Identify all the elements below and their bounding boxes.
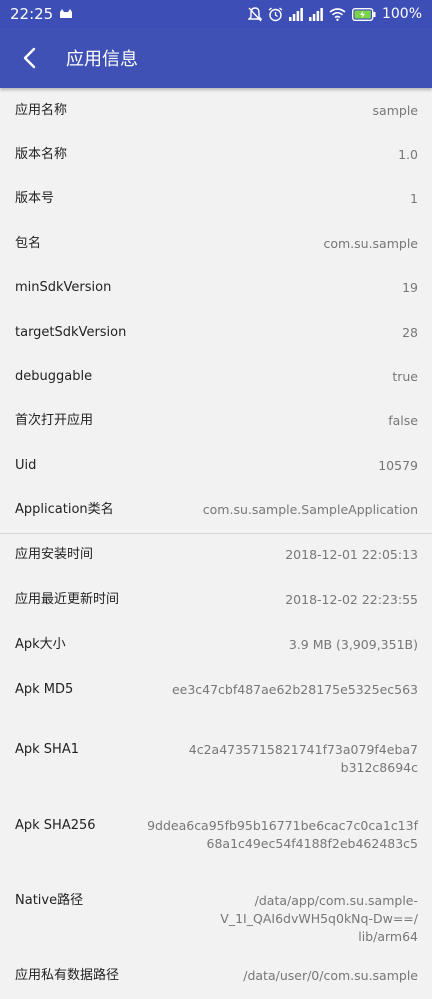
info-row-native-path: Native路径 /data/app/com.su.sample- V_1I_Q…: [0, 892, 432, 946]
status-bar: 22:25 100%: [0, 0, 432, 28]
status-right: 100%: [247, 6, 422, 22]
info-label: debuggable: [15, 369, 93, 384]
info-value: ee3c47cbf487ae62b28175e5325ec563: [171, 682, 418, 697]
info-value: 19: [402, 280, 418, 295]
info-label: Apk大小: [15, 637, 66, 652]
info-label: targetSdkVersion: [15, 325, 127, 340]
info-value: 3.9 MB (3,909,351B): [288, 637, 418, 652]
info-value: 9ddea6ca95fb95b16771be6cac7c0ca1c13f 68a…: [147, 818, 418, 851]
info-label: Apk MD5: [15, 682, 74, 697]
info-row-app-name: 应用名称 sample: [0, 102, 432, 120]
info-value: /data/app/com.su.sample- V_1I_QAI6dvWH5q…: [220, 893, 418, 944]
mute-icon: [247, 6, 262, 22]
alarm-icon: [268, 6, 283, 22]
info-row-apk-md5: Apk MD5 ee3c47cbf487ae62b28175e5325ec563: [0, 681, 432, 699]
info-label: Apk SHA256: [15, 818, 96, 833]
info-value: 2018-12-01 22:05:13: [285, 547, 418, 562]
info-row-apk-sha256: Apk SHA256 9ddea6ca95fb95b16771be6cac7c0…: [0, 817, 432, 853]
info-label: Uid: [15, 458, 37, 473]
status-time: 22:25: [10, 5, 54, 23]
info-value: true: [392, 369, 418, 384]
signal-icon-1: [288, 7, 303, 21]
back-button[interactable]: [0, 28, 58, 88]
info-value: 1: [410, 191, 418, 206]
info-value: 1.0: [398, 147, 418, 162]
notification-cat-icon: [59, 9, 73, 19]
info-label: Apk SHA1: [15, 742, 79, 757]
info-value: com.su.sample: [323, 236, 418, 251]
battery-icon: [351, 7, 376, 21]
info-row-version-code: 版本号 1: [0, 190, 432, 208]
info-value: 28: [402, 325, 418, 340]
info-row-version-name: 版本名称 1.0: [0, 146, 432, 164]
info-label: 应用最近更新时间: [15, 592, 120, 607]
info-row-package-name: 包名 com.su.sample: [0, 235, 432, 253]
info-value: /data/user/0/com.su.sample: [243, 968, 418, 983]
info-row-target-sdk: targetSdkVersion 28: [0, 324, 432, 342]
info-value: 10579: [378, 458, 418, 473]
section-divider: [0, 533, 432, 534]
info-label: 版本号: [15, 191, 55, 206]
info-row-uid: Uid 10579: [0, 457, 432, 475]
battery-percent: 100%: [381, 6, 422, 22]
info-label: 包名: [15, 236, 42, 251]
info-value: com.su.sample.SampleApplication: [202, 502, 418, 517]
info-row-debuggable: debuggable true: [0, 368, 432, 386]
info-value: 2018-12-02 22:23:55: [285, 592, 418, 607]
app-bar: 应用信息: [0, 28, 432, 88]
info-label: 版本名称: [15, 147, 68, 162]
page-title: 应用信息: [66, 49, 138, 70]
info-value: sample: [372, 103, 418, 118]
info-row-first-open: 首次打开应用 false: [0, 412, 432, 430]
info-value: 4c2a4735715821741f73a079f4eba7 b312c8694…: [188, 742, 418, 775]
info-label: Native路径: [15, 893, 84, 908]
info-row-application-class: Application类名 com.su.sample.SampleApplic…: [0, 501, 432, 519]
info-label: minSdkVersion: [15, 280, 112, 295]
arrow-left-icon: [23, 47, 36, 69]
info-value: false: [388, 413, 418, 428]
wifi-icon: [329, 7, 346, 21]
info-row-apk-size: Apk大小 3.9 MB (3,909,351B): [0, 636, 432, 654]
info-label: 应用私有数据路径: [15, 968, 120, 983]
status-left: 22:25: [10, 5, 73, 23]
info-row-install-time: 应用安装时间 2018-12-01 22:05:13: [0, 546, 432, 564]
info-row-min-sdk: minSdkVersion 19: [0, 279, 432, 297]
info-row-data-dir: 应用私有数据路径 /data/user/0/com.su.sample: [0, 967, 432, 985]
info-label: 应用安装时间: [15, 547, 94, 562]
signal-icon-2: [308, 7, 323, 21]
info-label: 应用名称: [15, 103, 68, 118]
info-label: Application类名: [15, 502, 114, 517]
info-row-update-time: 应用最近更新时间 2018-12-02 22:23:55: [0, 591, 432, 609]
info-label: 首次打开应用: [15, 413, 94, 428]
info-row-apk-sha1: Apk SHA1 4c2a4735715821741f73a079f4eba7 …: [0, 741, 432, 777]
